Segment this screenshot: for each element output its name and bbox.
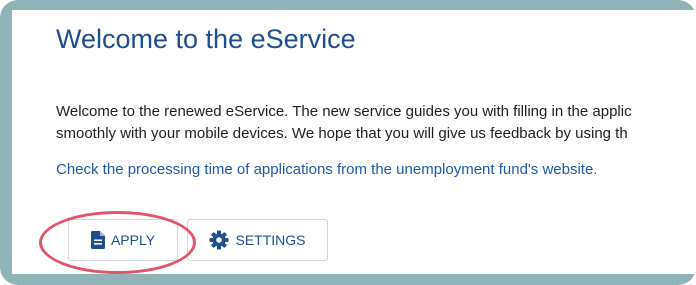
intro-line-1: Welcome to the renewed eService. The new…: [56, 103, 632, 120]
settings-button-label: SETTINGS: [235, 232, 306, 248]
page-title: Welcome to the eService: [56, 24, 356, 54]
apply-button[interactable]: APPLY: [68, 219, 178, 261]
gear-icon: [209, 230, 229, 250]
screenshot-frame: Welcome to the eService Welcome to the r…: [0, 0, 696, 285]
apply-button-label: APPLY: [110, 232, 156, 248]
document-icon: [90, 231, 105, 249]
intro-text: Welcome to the renewed eService. The new…: [56, 101, 696, 145]
processing-time-link[interactable]: Check the processing time of application…: [56, 161, 597, 178]
content-panel: Welcome to the eService Welcome to the r…: [12, 10, 696, 274]
intro-line-2: smoothly with your mobile devices. We ho…: [56, 125, 628, 142]
settings-button[interactable]: SETTINGS: [187, 219, 328, 261]
